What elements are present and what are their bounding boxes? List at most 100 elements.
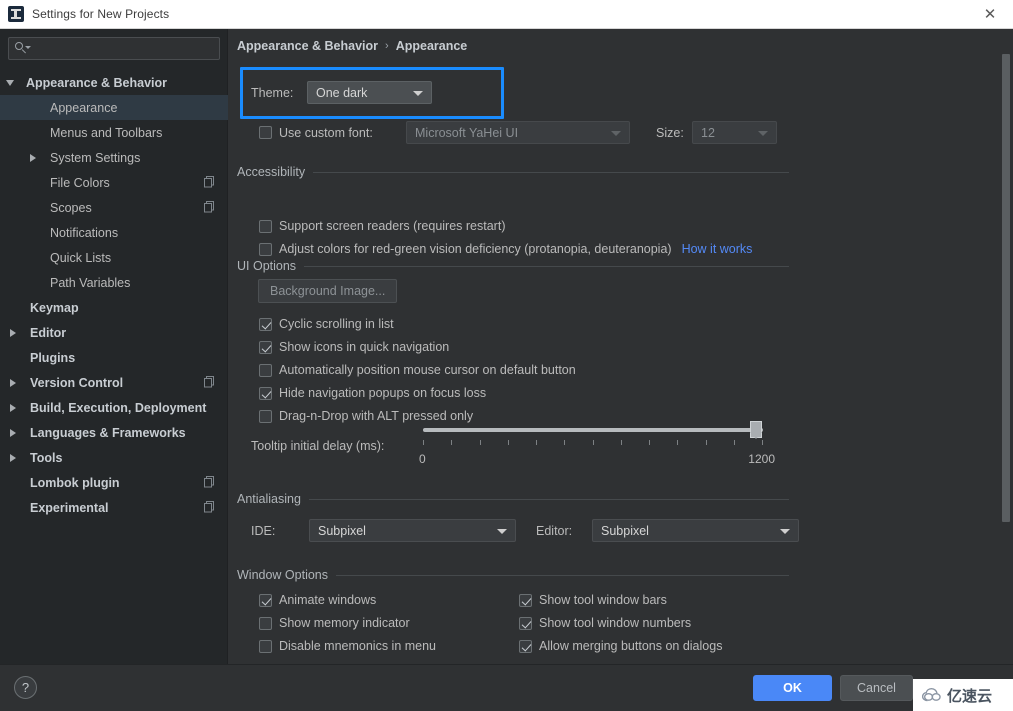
- sidebar-item-label: Scopes: [50, 200, 92, 215]
- ui-option-row[interactable]: Show icons in quick navigation: [259, 340, 449, 354]
- slider-max-label: 1200: [748, 452, 775, 466]
- search-input[interactable]: [28, 41, 219, 56]
- sidebar-item-notifications[interactable]: Notifications: [0, 220, 228, 245]
- sidebar-item-experimental[interactable]: Experimental: [0, 495, 228, 520]
- ui-option-label: Cyclic scrolling in list: [279, 317, 394, 331]
- copy-to-projects-icon[interactable]: [203, 176, 215, 188]
- sidebar-item-label: Editor: [30, 325, 67, 340]
- window-option-right-label: Show tool window numbers: [539, 616, 692, 630]
- chevron-right-icon[interactable]: [10, 378, 16, 387]
- use-custom-font-checkbox[interactable]: [259, 126, 272, 139]
- copy-to-projects-icon[interactable]: [203, 376, 215, 388]
- theme-row: Theme: One dark: [251, 81, 432, 104]
- window-option-left-checkbox[interactable]: [259, 616, 272, 630]
- scrollbar-thumb[interactable]: [1002, 54, 1010, 522]
- accessibility-title: Accessibility: [237, 165, 306, 179]
- adjust-colors-checkbox[interactable]: [259, 242, 272, 256]
- chevron-down-icon: [497, 529, 507, 534]
- ui-option-checkbox[interactable]: [259, 363, 272, 377]
- chevron-right-icon[interactable]: [10, 428, 16, 437]
- editor-antialiasing-select[interactable]: Subpixel: [592, 519, 799, 542]
- sidebar-item-version-control[interactable]: Version Control: [0, 370, 228, 395]
- theme-select[interactable]: One dark: [307, 81, 432, 104]
- window-option-left-label: Show memory indicator: [279, 616, 410, 630]
- sidebar-item-plugins[interactable]: Plugins: [0, 345, 228, 370]
- adjust-colors-row[interactable]: Adjust colors for red-green vision defic…: [259, 242, 752, 256]
- breadcrumb-root[interactable]: Appearance & Behavior: [237, 39, 378, 53]
- sidebar-item-appearance[interactable]: Appearance: [0, 95, 228, 120]
- sidebar-item-scopes[interactable]: Scopes: [0, 195, 228, 220]
- sidebar-item-appearance-behavior[interactable]: Appearance & Behavior: [0, 70, 228, 95]
- settings-tree: Appearance & Behavior Appearance Menus and…: [0, 70, 228, 664]
- ui-option-row[interactable]: Cyclic scrolling in list: [259, 317, 394, 331]
- help-button[interactable]: ?: [14, 676, 37, 699]
- chevron-right-icon[interactable]: [30, 153, 36, 162]
- ide-antialiasing-value: Subpixel: [318, 523, 366, 538]
- copy-to-projects-icon[interactable]: [203, 501, 215, 513]
- ok-button[interactable]: OK: [753, 675, 832, 701]
- ui-option-checkbox[interactable]: [259, 317, 272, 331]
- sidebar-item-system-settings[interactable]: System Settings: [0, 145, 228, 170]
- window-option-right-row[interactable]: Show tool window numbers: [519, 616, 691, 630]
- cancel-button[interactable]: Cancel: [840, 675, 913, 701]
- window-option-right-checkbox[interactable]: [519, 639, 532, 653]
- ui-option-checkbox[interactable]: [259, 409, 272, 423]
- ui-option-row[interactable]: Hide navigation popups on focus loss: [259, 386, 486, 400]
- accessibility-group-header: Accessibility: [237, 165, 789, 179]
- copy-to-projects-icon[interactable]: [203, 201, 215, 213]
- sidebar-item-editor[interactable]: Editor: [0, 320, 228, 345]
- background-image-button[interactable]: Background Image...: [258, 279, 398, 303]
- sidebar-item-label: Languages & Frameworks: [30, 425, 186, 440]
- panel-scrollbar[interactable]: [1001, 51, 1011, 656]
- window-option-left-checkbox[interactable]: [259, 593, 272, 607]
- screen-readers-row[interactable]: Support screen readers (requires restart…: [259, 219, 505, 233]
- slider-thumb[interactable]: [750, 421, 762, 439]
- sidebar-item-build-execution-deployment[interactable]: Build, Execution, Deployment: [0, 395, 228, 420]
- ui-option-label: Hide navigation popups on focus loss: [279, 386, 487, 400]
- sidebar-item-lombok-plugin[interactable]: Lombok plugin: [0, 470, 228, 495]
- window-option-left-checkbox[interactable]: [259, 639, 272, 653]
- chevron-right-icon[interactable]: [10, 403, 16, 412]
- window-option-left-row[interactable]: Animate windows: [259, 593, 376, 607]
- font-size-spinner[interactable]: 12: [692, 121, 777, 144]
- window-option-right-label: Allow merging buttons on dialogs: [539, 639, 723, 653]
- tooltip-delay-slider[interactable]: 0 1200: [417, 421, 775, 472]
- sidebar-item-label: Tools: [30, 450, 63, 465]
- window-option-right-checkbox[interactable]: [519, 593, 532, 607]
- ui-option-checkbox[interactable]: [259, 340, 272, 354]
- sidebar-item-tools[interactable]: Tools: [0, 445, 228, 470]
- intellij-idea-icon: [8, 6, 24, 22]
- window-option-left-row[interactable]: Disable mnemonics in menu: [259, 639, 436, 653]
- custom-font-select[interactable]: Microsoft YaHei UI: [406, 121, 630, 144]
- support-screen-readers-checkbox[interactable]: [259, 219, 272, 233]
- how-it-works-link[interactable]: How it works: [682, 242, 753, 256]
- sidebar-item-quick-lists[interactable]: Quick Lists: [0, 245, 228, 270]
- sidebar-item-keymap[interactable]: Keymap: [0, 295, 228, 320]
- ui-option-row[interactable]: Drag-n-Drop with ALT pressed only: [259, 409, 473, 423]
- window-option-right-row[interactable]: Show tool window bars: [519, 593, 667, 607]
- custom-font-row: Use custom font: Microsoft YaHei UI Size…: [259, 121, 777, 144]
- ui-option-checkbox[interactable]: [259, 386, 272, 400]
- close-icon[interactable]: ✕: [967, 0, 1013, 28]
- window-option-left-row[interactable]: Show memory indicator: [259, 616, 410, 630]
- sidebar-item-path-variables[interactable]: Path Variables: [0, 270, 228, 295]
- sidebar-item-file-colors[interactable]: File Colors: [0, 170, 228, 195]
- slider-tick: [592, 440, 594, 445]
- window-option-right-checkbox[interactable]: [519, 616, 532, 630]
- breadcrumb-leaf: Appearance: [395, 39, 468, 53]
- sidebar-item-menus-and-toolbars[interactable]: Menus and Toolbars: [0, 120, 228, 145]
- antialiasing-title: Antialiasing: [237, 492, 301, 506]
- ide-antialiasing-select[interactable]: Subpixel: [309, 519, 516, 542]
- sidebar-item-label: Path Variables: [50, 275, 131, 290]
- settings-sidebar: Appearance & Behavior Appearance Menus and…: [0, 29, 228, 664]
- sidebar-item-label: Version Control: [30, 375, 124, 390]
- chevron-right-icon[interactable]: [10, 453, 16, 462]
- window-option-right-row[interactable]: Allow merging buttons on dialogs: [519, 639, 722, 653]
- copy-to-projects-icon[interactable]: [203, 476, 215, 488]
- ui-option-row[interactable]: Automatically position mouse cursor on d…: [259, 363, 576, 377]
- sidebar-item-languages-frameworks[interactable]: Languages & Frameworks: [0, 420, 228, 445]
- chevron-right-icon[interactable]: [10, 328, 16, 337]
- adjust-colors-label: Adjust colors for red-green vision defic…: [279, 242, 672, 256]
- search-box[interactable]: [8, 37, 220, 60]
- chevron-down-icon[interactable]: [6, 79, 14, 86]
